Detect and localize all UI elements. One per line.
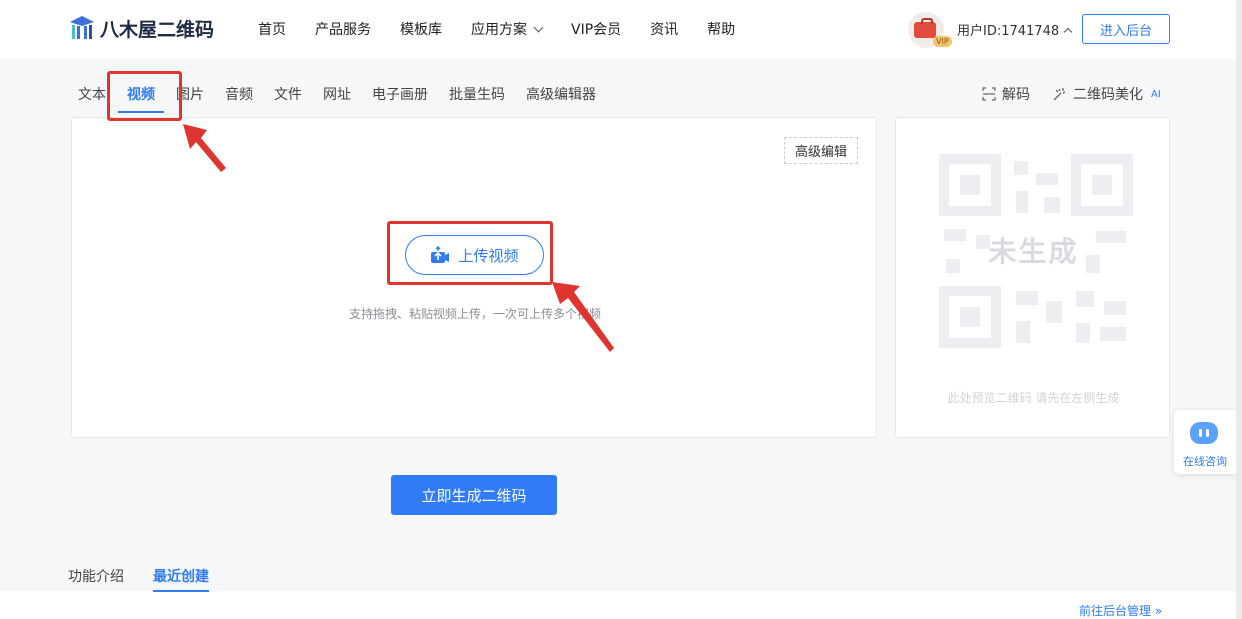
annotation-box-upload	[387, 221, 553, 285]
right-tools: 解码 二维码美化 AI	[982, 84, 1161, 104]
logo[interactable]: 八木屋二维码	[68, 14, 214, 42]
tab-advanced-editor[interactable]: 高级编辑器	[526, 84, 596, 104]
consult-label: 在线咨询	[1183, 455, 1227, 468]
user-menu[interactable]: 用户ID:1741748	[957, 20, 1073, 39]
logo-icon	[70, 16, 94, 39]
annotation-box-video-tab	[107, 71, 182, 121]
vip-badge: VIP	[933, 36, 952, 47]
tab-url[interactable]: 网址	[323, 84, 351, 104]
manage-backend-link[interactable]: 前往后台管理 »	[1079, 602, 1162, 619]
bottom-bar	[0, 591, 1242, 619]
beautify-button[interactable]: 二维码美化 AI	[1052, 84, 1161, 104]
nav-products[interactable]: 产品服务	[315, 19, 371, 39]
tab-ebook[interactable]: 电子画册	[372, 84, 428, 104]
chat-bot-icon	[1190, 422, 1218, 444]
ai-badge: AI	[1151, 88, 1161, 100]
tab-text[interactable]: 文本	[78, 84, 106, 104]
nav-solutions-label: 应用方案	[471, 22, 527, 38]
tab-file[interactable]: 文件	[274, 84, 302, 104]
decode-label: 解码	[1002, 87, 1030, 103]
nav-help[interactable]: 帮助	[707, 19, 735, 39]
briefcase-icon	[914, 18, 936, 38]
tab-audio[interactable]: 音频	[225, 84, 253, 104]
decode-button[interactable]: 解码	[982, 84, 1030, 104]
tab-features[interactable]: 功能介绍	[68, 566, 124, 586]
main-nav: 首页 产品服务 模板库 应用方案 VIP会员 资讯 帮助	[258, 0, 735, 58]
not-generated-label: 未生成	[988, 235, 1079, 268]
enter-backend-button[interactable]: 进入后台	[1082, 14, 1170, 44]
online-consult-widget[interactable]: 在线咨询	[1174, 410, 1236, 474]
advanced-edit-button[interactable]: 高级编辑	[784, 137, 858, 164]
nav-vip[interactable]: VIP会员	[571, 19, 621, 39]
upload-hint: 支持拖拽、粘贴视频上传，一次可上传多个视频	[348, 307, 601, 321]
nav-solutions[interactable]: 应用方案	[471, 19, 544, 39]
preview-hint: 此处预览二维码 请先在左侧生成	[947, 391, 1120, 405]
bottom-tabs: 功能介绍 最近创建	[68, 566, 209, 592]
nav-news[interactable]: 资讯	[650, 19, 678, 39]
tab-batch[interactable]: 批量生码	[449, 84, 505, 104]
qr-preview-panel: 未生成 此处预览二维码 请先在左侧生成	[895, 117, 1170, 438]
chevron-up-icon	[1063, 27, 1073, 36]
scrollbar[interactable]	[1236, 0, 1242, 619]
logo-text: 八木屋二维码	[100, 18, 215, 41]
beautify-label: 二维码美化	[1073, 87, 1143, 103]
tab-recent[interactable]: 最近创建	[153, 566, 209, 592]
top-header: 八木屋二维码 首页 产品服务 模板库 应用方案 VIP会员 资讯 帮助 VIP …	[0, 0, 1242, 58]
nav-home[interactable]: 首页	[258, 19, 286, 39]
generate-qr-button[interactable]: 立即生成二维码	[391, 475, 557, 515]
scan-icon	[982, 87, 996, 101]
chevron-down-icon	[533, 22, 544, 32]
user-id-label: 用户ID:1741748	[957, 24, 1060, 39]
nav-templates[interactable]: 模板库	[400, 19, 442, 39]
magic-wand-icon	[1053, 87, 1066, 100]
